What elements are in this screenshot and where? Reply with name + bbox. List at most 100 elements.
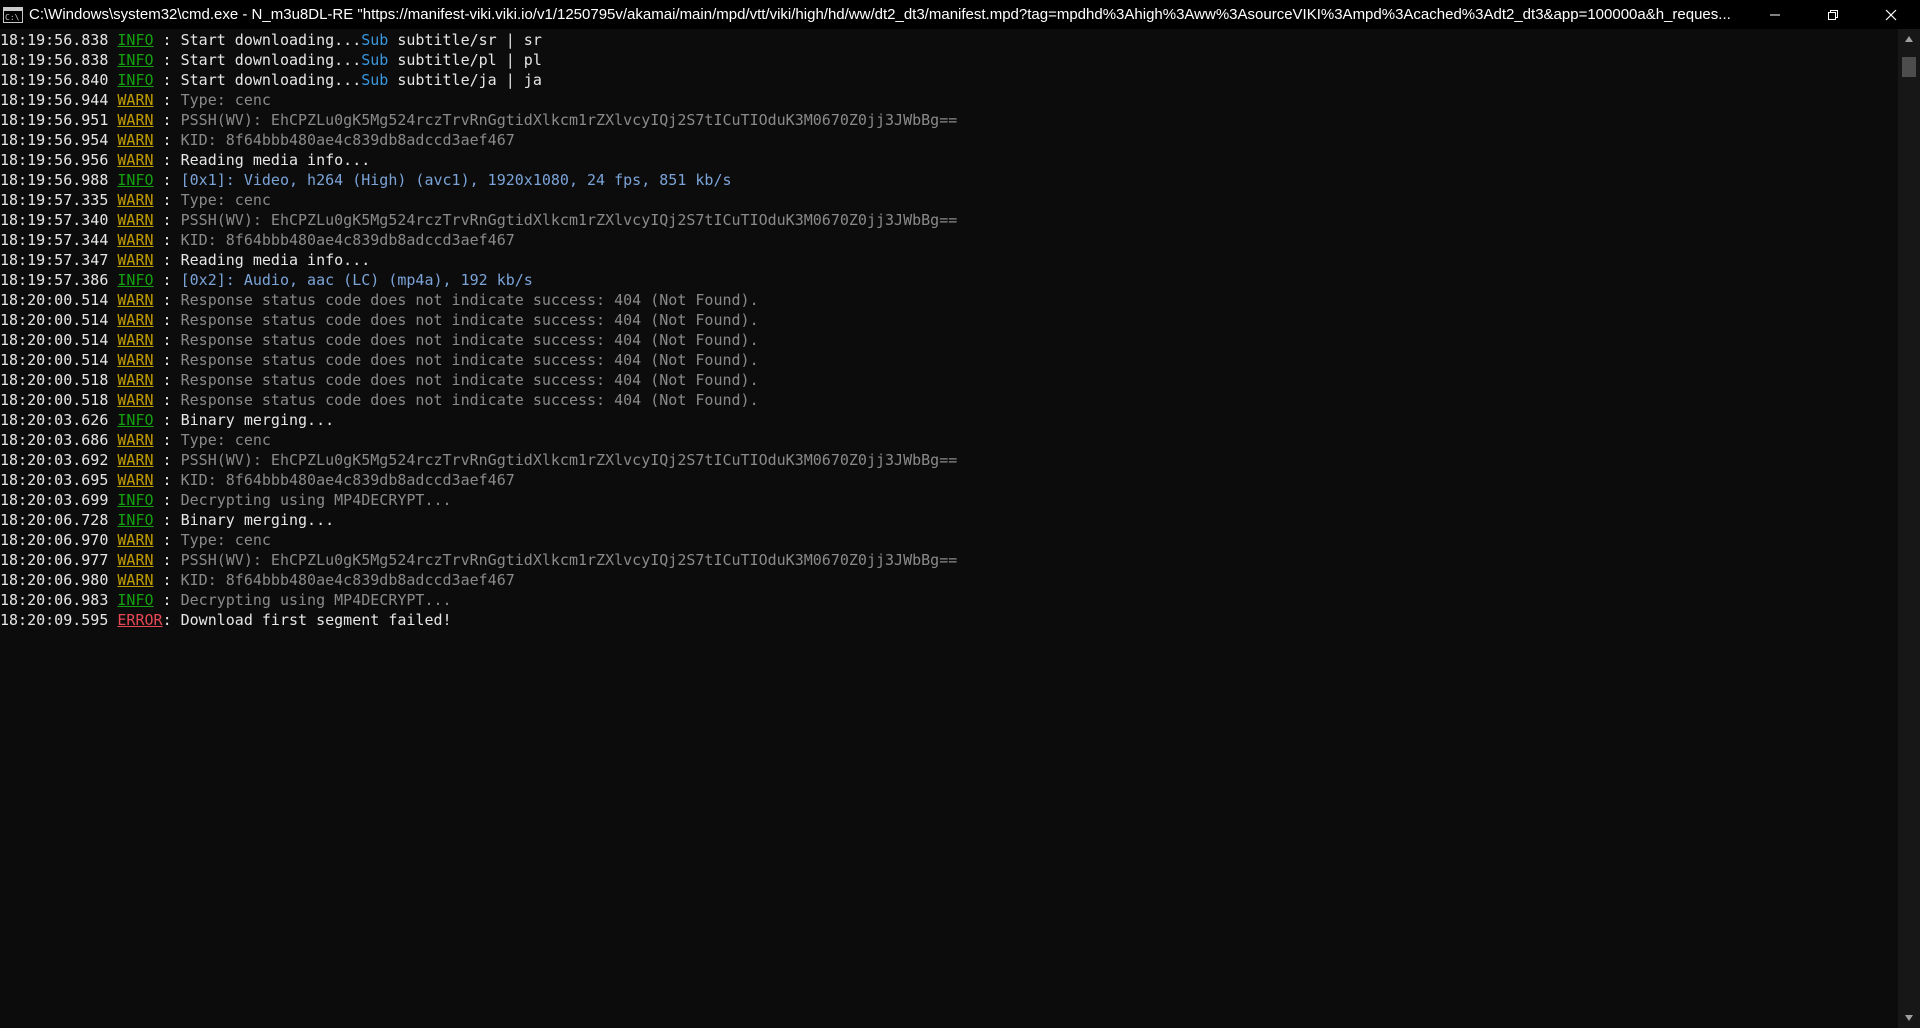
- log-separator: :: [153, 331, 181, 349]
- log-timestamp: 18:20:00.514: [0, 311, 109, 329]
- log-level-warn: WARN: [117, 391, 154, 409]
- log-line: 18:20:00.514 WARN : Response status code…: [0, 310, 1898, 330]
- log-line: 18:20:00.514 WARN : Response status code…: [0, 350, 1898, 370]
- log-separator: :: [153, 511, 181, 529]
- log-level-info: INFO: [117, 51, 154, 69]
- close-icon: [1885, 9, 1897, 20]
- restore-button[interactable]: [1804, 0, 1862, 29]
- log-timestamp: 18:20:06.977: [0, 551, 109, 569]
- title-bar[interactable]: C:\ C:\Windows\system32\cmd.exe - N_m3u8…: [0, 0, 1920, 29]
- log-separator: :: [153, 451, 181, 469]
- scroll-down-arrow-icon: [1905, 1015, 1913, 1021]
- window-title: C:\Windows\system32\cmd.exe - N_m3u8DL-R…: [29, 6, 1731, 23]
- log-level-info: INFO: [117, 31, 154, 49]
- log-level-warn: WARN: [117, 151, 154, 169]
- log-message: Binary merging...: [180, 411, 335, 429]
- console-output[interactable]: 18:19:56.838 INFO : Start downloading...…: [0, 29, 1898, 1028]
- log-level-info: INFO: [117, 491, 154, 509]
- log-separator: :: [153, 111, 181, 129]
- log-separator: :: [153, 431, 181, 449]
- minimize-button[interactable]: [1746, 0, 1804, 29]
- log-line: 18:20:06.970 WARN : Type: cenc: [0, 530, 1898, 550]
- log-message: Decrypting using MP4DECRYPT...: [180, 591, 452, 609]
- log-line: 18:19:56.838 INFO : Start downloading...…: [0, 30, 1898, 50]
- log-timestamp: 18:19:56.956: [0, 151, 109, 169]
- log-separator: :: [153, 411, 181, 429]
- log-message: PSSH(WV): EhCPZLu0gK5Mg524rczTrvRnGgtidX…: [180, 451, 958, 469]
- log-separator: :: [153, 491, 181, 509]
- log-separator: :: [153, 591, 181, 609]
- log-line: 18:20:03.695 WARN : KID: 8f64bbb480ae4c8…: [0, 470, 1898, 490]
- log-line: 18:19:57.335 WARN : Type: cenc: [0, 190, 1898, 210]
- scroll-up-button[interactable]: [1898, 29, 1920, 49]
- log-timestamp: 18:19:56.840: [0, 71, 109, 89]
- log-line: 18:19:57.347 WARN : Reading media info..…: [0, 250, 1898, 270]
- vertical-scrollbar[interactable]: [1898, 29, 1920, 1028]
- log-message: subtitle/pl | pl: [388, 51, 542, 69]
- log-timestamp: 18:19:57.344: [0, 231, 109, 249]
- log-timestamp: 18:20:00.518: [0, 371, 109, 389]
- log-level-warn: WARN: [117, 351, 154, 369]
- log-timestamp: 18:19:56.951: [0, 111, 109, 129]
- log-separator: :: [162, 611, 181, 629]
- log-level-warn: WARN: [117, 291, 154, 309]
- log-timestamp: 18:19:56.988: [0, 171, 109, 189]
- log-message: KID: 8f64bbb480ae4c839db8adccd3aef467: [180, 231, 515, 249]
- log-separator: :: [153, 151, 181, 169]
- log-line: 18:19:56.954 WARN : KID: 8f64bbb480ae4c8…: [0, 130, 1898, 150]
- log-level-warn: WARN: [117, 471, 154, 489]
- log-line: 18:20:03.692 WARN : PSSH(WV): EhCPZLu0gK…: [0, 450, 1898, 470]
- log-message: Decrypting using MP4DECRYPT...: [180, 491, 452, 509]
- log-separator: :: [153, 251, 181, 269]
- log-message: Download first segment failed!: [180, 611, 452, 629]
- log-timestamp: 18:20:06.983: [0, 591, 109, 609]
- log-separator: :: [153, 91, 181, 109]
- log-line: 18:20:03.626 INFO : Binary merging...: [0, 410, 1898, 430]
- log-stream-type: Sub: [361, 51, 389, 69]
- log-line: 18:19:57.386 INFO : [0x2]: Audio, aac (L…: [0, 270, 1898, 290]
- close-button[interactable]: [1862, 0, 1920, 29]
- log-message: Response status code does not indicate s…: [180, 371, 759, 389]
- log-line: 18:20:00.514 WARN : Response status code…: [0, 290, 1898, 310]
- log-level-warn: WARN: [117, 551, 154, 569]
- log-stream-type: Sub: [361, 71, 389, 89]
- log-line: 18:20:06.983 INFO : Decrypting using MP4…: [0, 590, 1898, 610]
- log-level-warn: WARN: [117, 431, 154, 449]
- log-message: subtitle/sr | sr: [388, 31, 542, 49]
- log-separator: :: [153, 571, 181, 589]
- log-separator: :: [153, 131, 181, 149]
- log-timestamp: 18:20:03.686: [0, 431, 109, 449]
- scroll-thumb[interactable]: [1902, 57, 1916, 77]
- log-separator: :: [153, 191, 181, 209]
- log-level-warn: WARN: [117, 311, 154, 329]
- log-timestamp: 18:19:57.340: [0, 211, 109, 229]
- log-level-warn: WARN: [117, 371, 154, 389]
- log-timestamp: 18:19:57.386: [0, 271, 109, 289]
- log-level-info: INFO: [117, 411, 154, 429]
- log-message: Reading media info...: [180, 251, 371, 269]
- log-separator: :: [153, 31, 181, 49]
- cmd-icon[interactable]: C:\: [3, 6, 23, 23]
- log-level-warn: WARN: [117, 211, 154, 229]
- log-line: 18:19:56.988 INFO : [0x1]: Video, h264 (…: [0, 170, 1898, 190]
- log-separator: :: [153, 71, 181, 89]
- log-message: subtitle/ja | ja: [388, 71, 542, 89]
- log-separator: :: [153, 211, 181, 229]
- log-line: 18:19:56.838 INFO : Start downloading...…: [0, 50, 1898, 70]
- log-message: Type: cenc: [180, 431, 271, 449]
- log-level-info: INFO: [117, 271, 154, 289]
- log-message: [0x2]: Audio, aac (LC) (mp4a), 192 kb/s: [180, 271, 533, 289]
- log-level-warn: WARN: [117, 531, 154, 549]
- restore-icon: [1828, 9, 1838, 20]
- log-line: 18:19:57.344 WARN : KID: 8f64bbb480ae4c8…: [0, 230, 1898, 250]
- log-separator: :: [153, 171, 181, 189]
- log-message: Binary merging...: [180, 511, 335, 529]
- log-separator: :: [153, 531, 181, 549]
- scroll-down-button[interactable]: [1898, 1008, 1920, 1028]
- log-line: 18:19:57.340 WARN : PSSH(WV): EhCPZLu0gK…: [0, 210, 1898, 230]
- log-message: PSSH(WV): EhCPZLu0gK5Mg524rczTrvRnGgtidX…: [180, 551, 958, 569]
- log-timestamp: 18:20:03.626: [0, 411, 109, 429]
- log-separator: :: [153, 391, 181, 409]
- log-level-warn: WARN: [117, 571, 154, 589]
- log-message: Response status code does not indicate s…: [180, 351, 759, 369]
